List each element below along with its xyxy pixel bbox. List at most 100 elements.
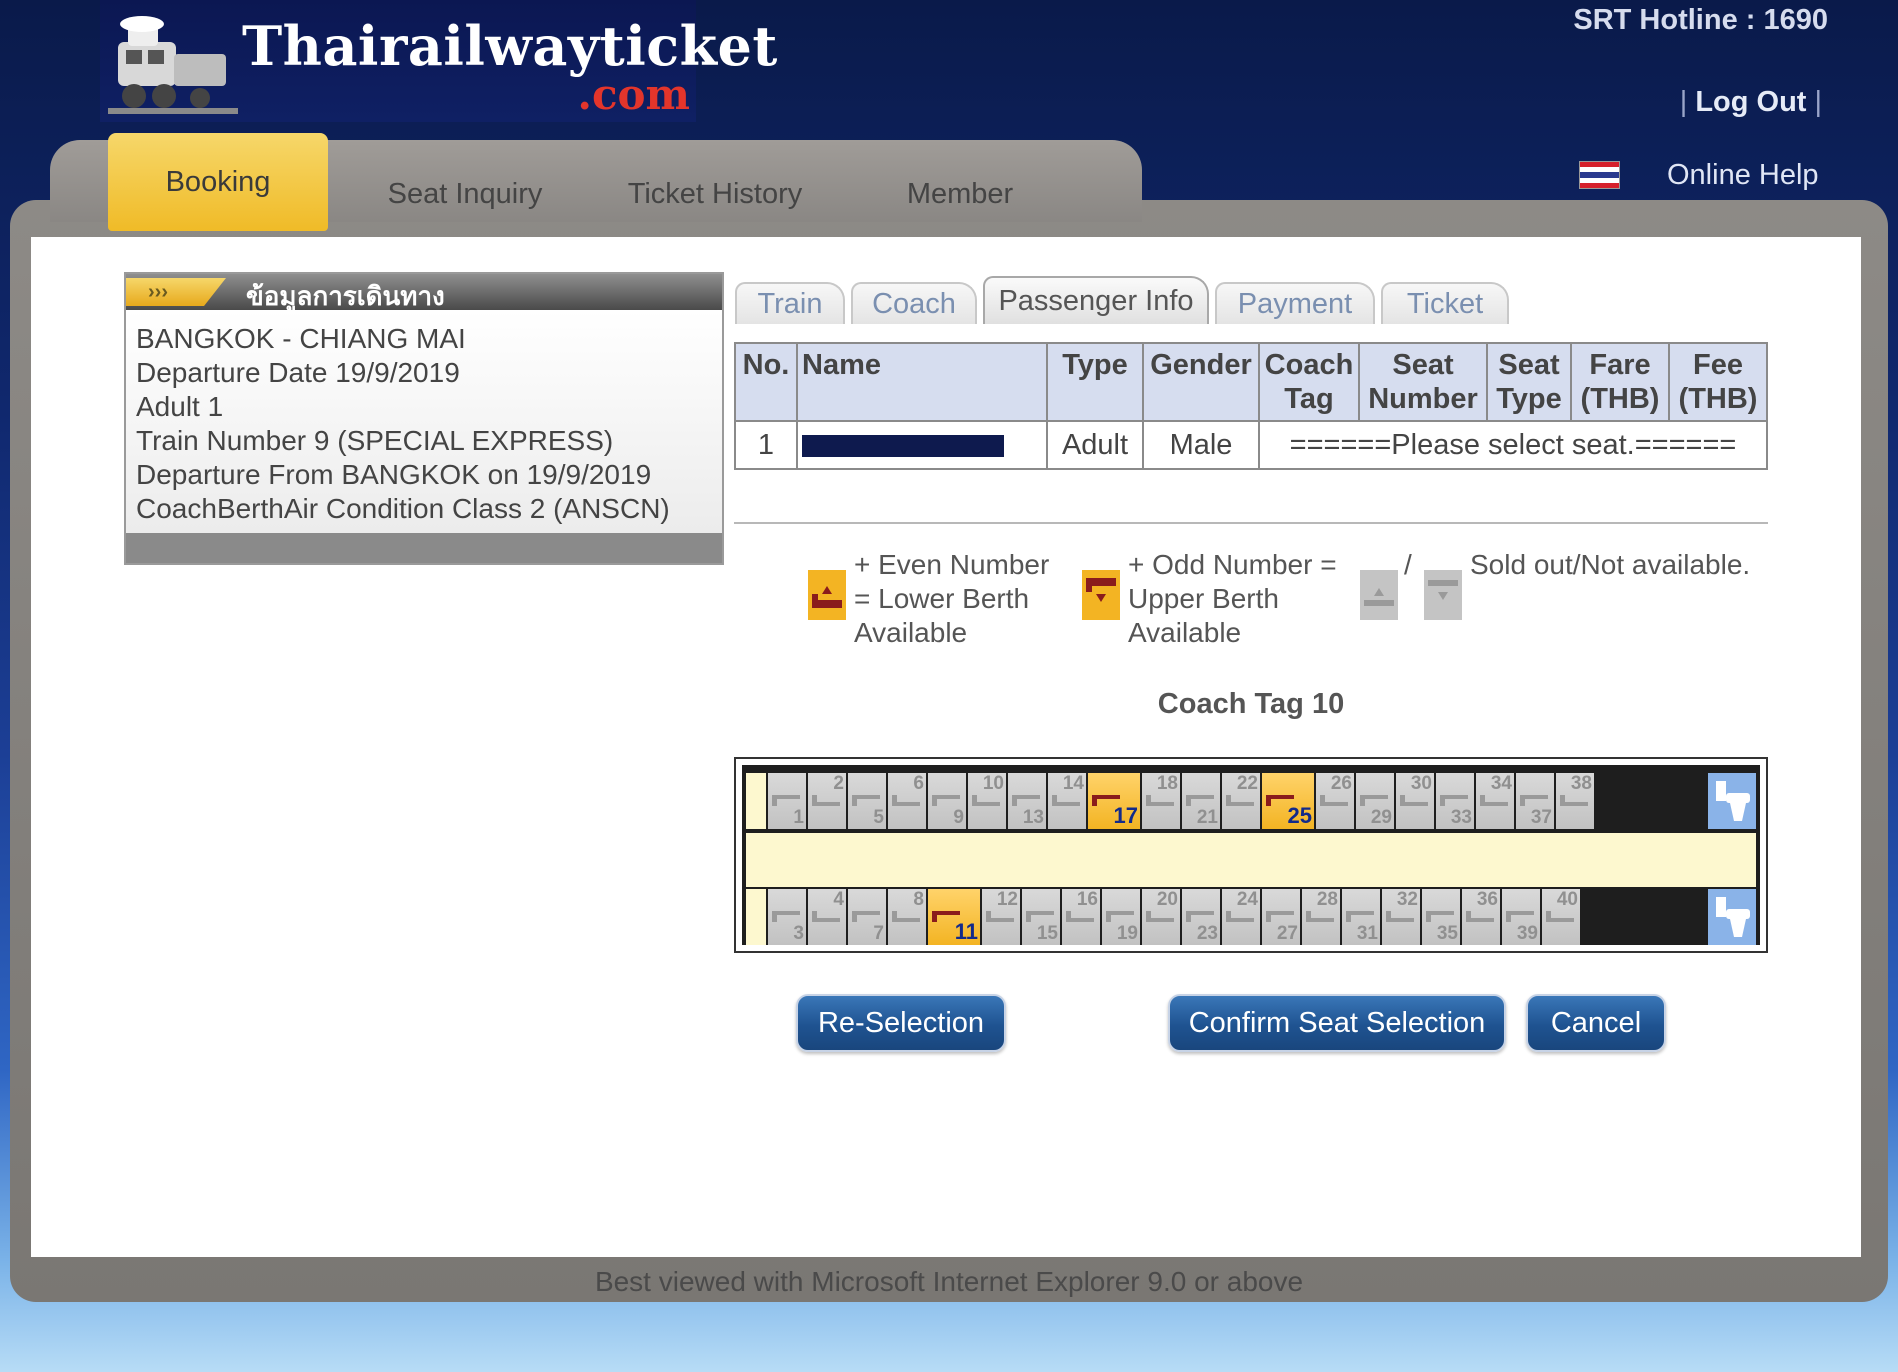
logout-link[interactable]: Log Out bbox=[1687, 86, 1814, 118]
berth-icon bbox=[1226, 911, 1254, 922]
lower-berth-available-icon bbox=[808, 570, 846, 620]
col-gender: Gender bbox=[1142, 342, 1260, 422]
berth-icon bbox=[1560, 795, 1588, 806]
tab-seat-inquiry[interactable]: Seat Inquiry bbox=[355, 158, 575, 230]
berth-icon bbox=[812, 911, 840, 922]
seat-16: 16 bbox=[1062, 889, 1100, 945]
toilet-icon bbox=[1708, 773, 1756, 829]
confirm-seat-button[interactable]: Confirm Seat Selection bbox=[1168, 994, 1506, 1052]
step-coach[interactable]: Coach bbox=[851, 282, 977, 324]
seat-number: 24 bbox=[1236, 889, 1258, 910]
berth-icon bbox=[972, 795, 1000, 806]
seat-13: 13 bbox=[1008, 773, 1046, 829]
legend-odd: + Odd Number = Upper Berth Available bbox=[1128, 549, 1337, 648]
seat-number: 26 bbox=[1330, 773, 1352, 794]
seat-number: 11 bbox=[954, 919, 978, 944]
toilet-icon bbox=[1708, 889, 1756, 945]
seat-21: 21 bbox=[1182, 773, 1220, 829]
seat-22: 22 bbox=[1222, 773, 1260, 829]
seat-number: 19 bbox=[1116, 923, 1138, 944]
trip-route: BANGKOK - CHIANG MAI bbox=[136, 323, 466, 354]
berth-icon bbox=[986, 911, 1014, 922]
cancel-button[interactable]: Cancel bbox=[1526, 994, 1666, 1052]
seat-12: 12 bbox=[982, 889, 1020, 945]
seat-5: 5 bbox=[848, 773, 886, 829]
seat-row-top: 1 2 5 6 9 10 13 14 17 18 21 22 25 26 29 30 33 34 37 38 bbox=[746, 773, 1756, 829]
trip-info-title: ข้อมูลการเดินทาง bbox=[246, 281, 445, 311]
passenger-type: Adult bbox=[1046, 420, 1144, 470]
seat-number: 1 bbox=[793, 807, 804, 828]
seat-number: 23 bbox=[1196, 923, 1218, 944]
seat-number: 32 bbox=[1396, 889, 1418, 910]
seat-8: 8 bbox=[888, 889, 926, 945]
berth-icon bbox=[1146, 911, 1174, 922]
tab-ticket-history[interactable]: Ticket History bbox=[600, 158, 830, 230]
berth-icon bbox=[1066, 911, 1094, 922]
berth-icon bbox=[1360, 795, 1388, 806]
tab-booking[interactable]: Booking bbox=[108, 133, 328, 231]
lower-berth-soldout-icon bbox=[1360, 570, 1398, 620]
step-train[interactable]: Train bbox=[735, 282, 845, 324]
seat-15: 15 bbox=[1022, 889, 1060, 945]
seat-2: 2 bbox=[808, 773, 846, 829]
logo-domain: .com bbox=[577, 70, 690, 119]
tab-member[interactable]: Member bbox=[860, 158, 1060, 230]
seat-number: 31 bbox=[1356, 923, 1378, 944]
seat-18: 18 bbox=[1142, 773, 1180, 829]
seat-11[interactable]: 11 bbox=[928, 889, 980, 945]
col-coach-tag: Coach Tag bbox=[1258, 342, 1360, 422]
thai-flag-icon[interactable] bbox=[1579, 161, 1620, 189]
seat-30: 30 bbox=[1396, 773, 1434, 829]
coach-end bbox=[746, 889, 766, 945]
site-logo[interactable]: Thairailwayticket .com bbox=[100, 0, 777, 122]
seat-3: 3 bbox=[768, 889, 806, 945]
seat-27: 27 bbox=[1262, 889, 1300, 945]
divider bbox=[734, 522, 1768, 524]
seat-number: 30 bbox=[1410, 773, 1432, 794]
step-passenger-info[interactable]: Passenger Info bbox=[983, 276, 1209, 324]
berth-icon bbox=[812, 795, 840, 806]
seat-14: 14 bbox=[1048, 773, 1086, 829]
seat-number: 40 bbox=[1556, 889, 1578, 910]
legend-sold-out: Sold out/Not available. bbox=[1470, 549, 1751, 580]
col-name: Name bbox=[796, 342, 1048, 422]
seat-1: 1 bbox=[768, 773, 806, 829]
online-help-link[interactable]: Online Help bbox=[1667, 159, 1819, 192]
seat-38: 38 bbox=[1556, 773, 1594, 829]
redacted-name bbox=[802, 434, 1004, 457]
berth-icon bbox=[1106, 911, 1134, 922]
seat-number: 20 bbox=[1156, 889, 1178, 910]
berth-icon bbox=[1346, 911, 1374, 922]
seat-number: 27 bbox=[1276, 923, 1298, 944]
train-icon bbox=[108, 16, 238, 114]
step-ticket[interactable]: Ticket bbox=[1381, 282, 1509, 324]
seat-number: 9 bbox=[953, 807, 964, 828]
seat-number: 2 bbox=[833, 773, 844, 794]
seat-number: 8 bbox=[913, 889, 924, 910]
seat-prompt-message: ======Please select seat.====== bbox=[1258, 420, 1768, 470]
seat-number: 37 bbox=[1530, 807, 1552, 828]
seat-7: 7 bbox=[848, 889, 886, 945]
seat-24: 24 bbox=[1222, 889, 1260, 945]
berth-icon bbox=[1306, 911, 1334, 922]
seat-19: 19 bbox=[1102, 889, 1140, 945]
step-payment[interactable]: Payment bbox=[1215, 282, 1375, 324]
seat-number: 35 bbox=[1436, 923, 1458, 944]
seat-23: 23 bbox=[1182, 889, 1220, 945]
berth-icon bbox=[1426, 911, 1454, 922]
berth-icon bbox=[1052, 795, 1080, 806]
trip-coach-class: CoachBerthAir Condition Class 2 (ANSCN) bbox=[136, 493, 670, 524]
seat-6: 6 bbox=[888, 773, 926, 829]
passenger-gender: Male bbox=[1142, 420, 1260, 470]
legend-slash: / bbox=[1404, 549, 1412, 580]
seat-25[interactable]: 25 bbox=[1262, 773, 1314, 829]
trip-train-number: Train Number 9 (SPECIAL EXPRESS) bbox=[136, 425, 614, 456]
trip-passenger-count: Adult 1 bbox=[136, 391, 224, 422]
reselection-button[interactable]: Re-Selection bbox=[796, 994, 1006, 1052]
trip-departure-date: Departure Date 19/9/2019 bbox=[136, 357, 460, 388]
seat-17[interactable]: 17 bbox=[1088, 773, 1140, 829]
chevrons-icon: ››› bbox=[126, 278, 226, 306]
coach-tag-label: Coach Tag 10 bbox=[1157, 688, 1345, 720]
berth-icon bbox=[1546, 911, 1574, 922]
coach-layout: 1 2 5 6 9 10 13 14 17 18 21 22 25 26 29 30 33 34 37 38 3478… bbox=[742, 765, 1760, 945]
